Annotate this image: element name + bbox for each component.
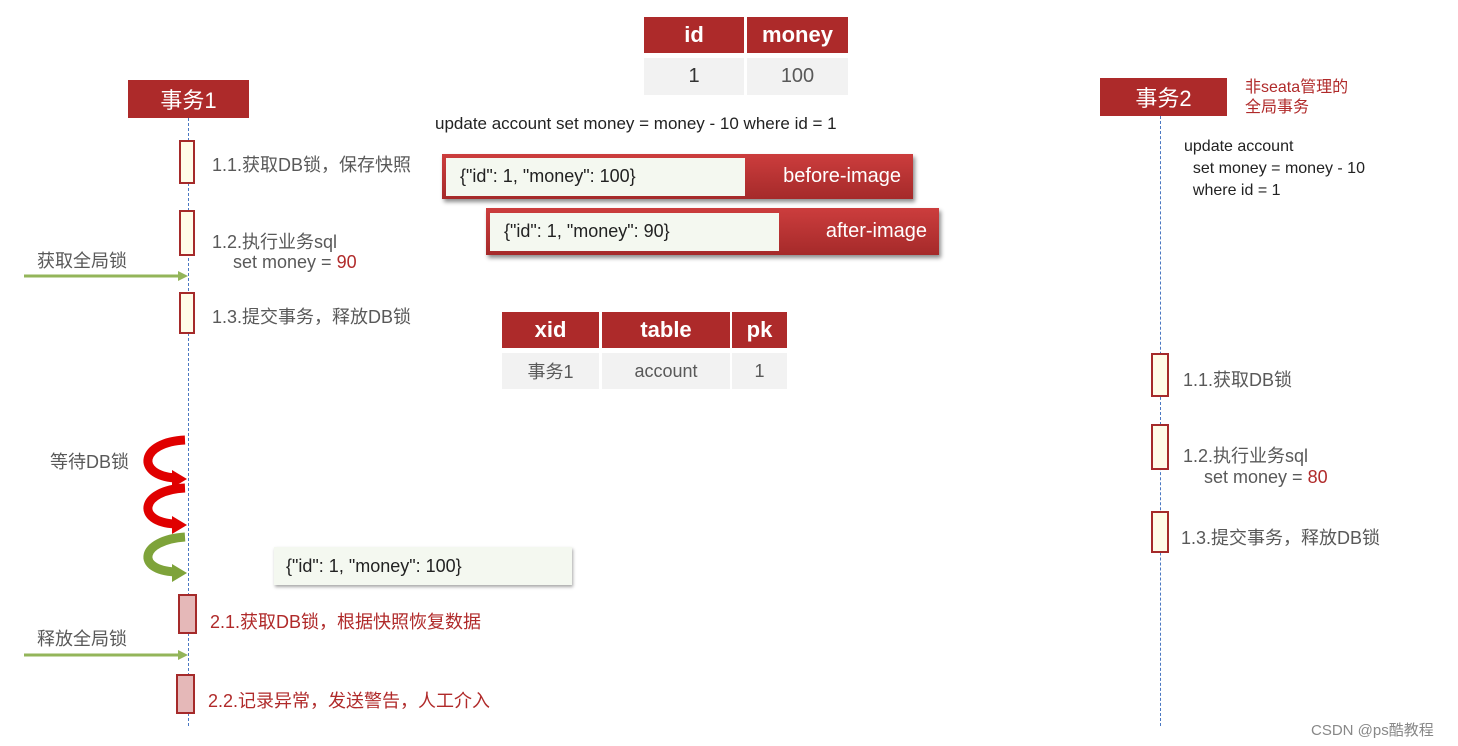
release-global-lock-arrow — [24, 650, 188, 660]
lock-header-table: table — [602, 312, 730, 348]
after-image-json: {"id": 1, "money": 90} — [490, 212, 779, 251]
before-image-box: {"id": 1, "money": 100} before-image — [442, 154, 913, 199]
tx2-lifeline — [1160, 116, 1161, 726]
lock-cell-pk: 1 — [732, 353, 787, 389]
tx2-sql-3: where id = 1 — [1184, 182, 1281, 199]
acquire-global-lock-arrow — [24, 271, 188, 281]
tx2-sql-prefix: set money = — [1204, 467, 1308, 487]
after-image-label: after-image — [825, 220, 927, 242]
arrows-layer — [24, 271, 188, 660]
account-cell-money: 100 — [747, 58, 848, 95]
before-image-json: {"id": 1, "money": 100} — [446, 157, 745, 196]
snapshot-box: {"id": 1, "money": 100} — [274, 547, 572, 585]
account-header-id: id — [644, 17, 744, 53]
tx2-activation-2 — [1151, 424, 1169, 470]
tx2-sql-2: set money = money - 10 — [1184, 160, 1365, 177]
lock-header-xid: xid — [502, 312, 599, 348]
tx1-rollback-step-1: 2.1.获取DB锁，根据快照恢复数据 — [210, 612, 482, 632]
wait-loop-icon-1 — [143, 435, 187, 488]
account-cell-id: 1 — [644, 58, 744, 95]
wait-loop-icon-2 — [143, 483, 187, 534]
lock-cell-table: account — [602, 353, 730, 389]
lock-cell-xid: 事务1 — [502, 353, 599, 389]
tx2-sql: set money = 80 — [1204, 467, 1328, 488]
before-image-label: before-image — [783, 165, 901, 187]
tx1-rollback-step-2: 2.2.记录异常，发送警告，人工介入 — [208, 691, 491, 711]
after-image-box: {"id": 1, "money": 90} after-image — [486, 208, 939, 255]
watermark: CSDN @ps酷教程 — [1311, 722, 1434, 739]
tx2-sql-1: update account — [1184, 138, 1294, 155]
update-sql: update account set money = money - 10 wh… — [435, 114, 837, 133]
tx1-rollback-activation-1 — [178, 594, 197, 634]
tx1-sql-value: 90 — [336, 252, 357, 272]
tx2-note: 非seata管理的 全局事务 — [1245, 79, 1349, 116]
tx2-sql-value: 80 — [1307, 467, 1328, 487]
acquire-loop-icon — [143, 532, 187, 582]
account-header-money: money — [747, 17, 848, 53]
tx2-step-3: 1.3.提交事务，释放DB锁 — [1181, 528, 1381, 548]
tx1-rollback-activation-2 — [176, 674, 195, 714]
lock-header-pk: pk — [732, 312, 787, 348]
tx2-activation-1 — [1151, 353, 1169, 397]
tx2-activation-3 — [1151, 511, 1169, 553]
tx2-step-1: 1.1.获取DB锁 — [1183, 370, 1293, 390]
tx2-step-2: 1.2.执行业务sql — [1183, 446, 1309, 466]
tx2-header: 事务2 — [1100, 78, 1227, 116]
